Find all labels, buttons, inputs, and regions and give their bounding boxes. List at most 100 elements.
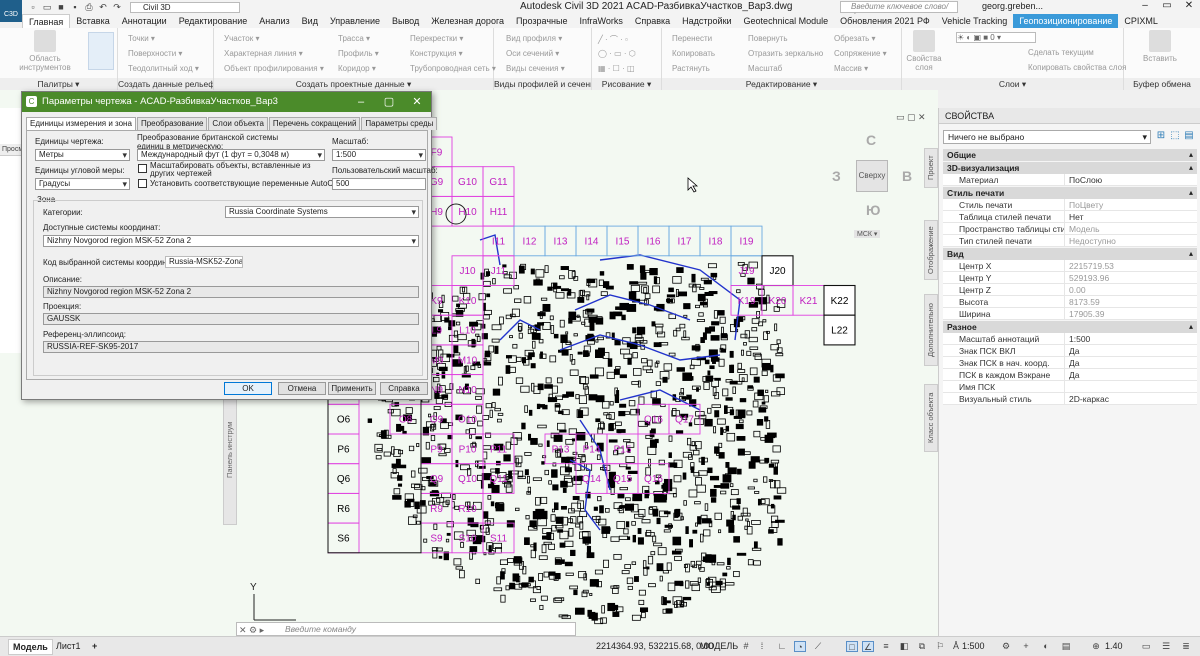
corridor-button[interactable]: Коридор ▾	[338, 64, 376, 73]
property-category[interactable]: Разное	[943, 321, 1197, 333]
ribbon-tab-9[interactable]: Прозрачные	[510, 14, 573, 28]
pickadd-icon[interactable]: ▤	[1183, 130, 1195, 142]
dialog-title-bar[interactable]: C Параметры чертежа - ACAD-РазбивкаУчаст…	[22, 92, 431, 112]
layer-properties-button[interactable]: Свойства слоя	[904, 30, 944, 74]
assembly-button[interactable]: Конструкция ▾	[410, 49, 463, 58]
tab-model[interactable]: Модель	[8, 639, 53, 655]
drawing-units-select[interactable]: Метры	[35, 149, 130, 161]
profile-view-button[interactable]: Вид профиля ▾	[506, 34, 562, 43]
wcs-menu[interactable]: МСК ▾	[854, 230, 881, 238]
annotation-visibility-icon[interactable]: ⚐	[934, 641, 946, 652]
dialog-tab-1[interactable]: Преобразование	[136, 117, 208, 130]
imperial-conversion-select[interactable]: Международный фут (1 фут = 0,3048 м)	[137, 149, 325, 161]
quick-select-icon[interactable]: ⊞	[1155, 130, 1167, 142]
apply-button[interactable]: Применить	[328, 382, 376, 395]
open-file-icon[interactable]: ▭	[42, 2, 52, 12]
maximize-icon[interactable]: ▭	[1156, 0, 1178, 11]
redo-icon[interactable]: ↷	[112, 2, 122, 12]
annotation-scale[interactable]: 1:500	[962, 641, 985, 651]
close-icon[interactable]: ✕	[403, 92, 431, 112]
minimize-icon[interactable]: –	[1134, 0, 1156, 11]
rotate-button[interactable]: Повернуть	[748, 34, 788, 43]
ribbon-label-modify[interactable]: Редактирование ▾	[662, 78, 901, 90]
line-icon[interactable]: ╱ · ⌒ · ▫	[598, 34, 628, 45]
alignment-button[interactable]: Трасса ▾	[338, 34, 370, 43]
ribbon-tab-17[interactable]: CPIXML	[1118, 14, 1164, 28]
vtab-project[interactable]: Проект	[924, 148, 938, 188]
customize-icon[interactable]: ☰	[1160, 641, 1172, 652]
viewcube-face-top[interactable]: Сверху	[856, 160, 888, 192]
minimize-icon[interactable]: –	[347, 92, 375, 112]
vtab-display[interactable]: Отображение	[924, 220, 938, 280]
snap-icon[interactable]: ⁞	[756, 641, 768, 652]
save-icon[interactable]: ■	[56, 2, 66, 12]
fillet-button[interactable]: Сопряжение ▾	[834, 49, 887, 58]
property-row[interactable]: Таблица стилей печати Нет	[943, 211, 1197, 223]
property-row[interactable]: Ширина 17905.39	[943, 308, 1197, 320]
pipe-network-button[interactable]: Трубопроводная сеть ▾	[410, 64, 496, 73]
trim-button[interactable]: Обрезать ▾	[834, 34, 876, 43]
annotation-icon[interactable]: Å	[950, 641, 962, 652]
isodraft-icon[interactable]: ⟋	[812, 641, 824, 652]
dialog-tab-4[interactable]: Параметры среды	[361, 117, 438, 130]
array-button[interactable]: Массив ▾	[834, 64, 868, 73]
stretch-button[interactable]: Растянуть	[672, 64, 710, 73]
property-row[interactable]: Визуальный стиль 2D-каркас	[943, 393, 1197, 405]
hardware-icon[interactable]: ▤	[1060, 641, 1072, 652]
search-input[interactable]: Введите ключевое слово/фразу	[840, 1, 958, 21]
ribbon-label-draw[interactable]: Рисование ▾	[592, 78, 661, 90]
viewcube-east[interactable]: В	[902, 168, 912, 184]
property-row[interactable]: Знак ПСК в нач. коорд. Да	[943, 357, 1197, 369]
grid-icon[interactable]: #	[740, 641, 752, 652]
custom-scale-input[interactable]: 500	[332, 178, 426, 190]
mirror-button[interactable]: Отразить зеркально	[748, 49, 823, 58]
transparency-icon[interactable]: ◧	[898, 641, 910, 652]
selection-cycling-icon[interactable]: ⧉	[916, 641, 928, 652]
scale-select[interactable]: 1:500	[332, 149, 426, 161]
property-row[interactable]: Имя ПСК	[943, 381, 1197, 393]
isolate-icon[interactable]: ◐	[1040, 641, 1052, 652]
ribbon-tab-2[interactable]: Аннотации	[116, 14, 173, 28]
surfaces-button[interactable]: Поверхности ▾	[128, 49, 182, 58]
property-row[interactable]: Центр Y 529193.96	[943, 272, 1197, 284]
ribbon-label-palettes[interactable]: Палитры ▾	[0, 78, 117, 90]
app-logo[interactable]: C3D	[0, 0, 22, 22]
scale-objects-checkbox[interactable]	[138, 164, 147, 173]
property-row[interactable]: Знак ПСК ВКЛ Да	[943, 345, 1197, 357]
otrack-icon[interactable]: ∠	[862, 641, 874, 652]
points-button[interactable]: Точки ▾	[128, 34, 155, 43]
traverse-button[interactable]: Теодолитный ход ▾	[128, 64, 199, 73]
property-category[interactable]: Стиль печати	[943, 187, 1197, 199]
command-line[interactable]: ✕ ⚙ ▸ Введите команду	[236, 622, 576, 636]
lineweight-icon[interactable]: ≡	[880, 641, 892, 652]
osnap-icon[interactable]: □	[846, 641, 858, 652]
workspace-select[interactable]: Civil 3D	[130, 1, 240, 13]
viewcube-west[interactable]: З	[832, 168, 841, 184]
undo-icon[interactable]: ↶	[98, 2, 108, 12]
match-layer-button[interactable]: Копировать свойства слоя	[1028, 63, 1126, 72]
ribbon-tab-15[interactable]: Vehicle Tracking	[936, 14, 1014, 28]
sample-lines-button[interactable]: Оси сечений ▾	[506, 49, 559, 58]
selected-code-field[interactable]: Russia-MSK52-Zona2	[165, 256, 243, 268]
ribbon-tab-14[interactable]: Обновления 2021 РФ	[834, 14, 936, 28]
zoom-icon[interactable]: ⊕	[1090, 641, 1102, 652]
hatch-icon[interactable]: ▦ · ☐ · ◫	[598, 64, 635, 73]
ribbon-tab-3[interactable]: Редактирование	[173, 14, 254, 28]
model-space-toggle[interactable]: МОДЕЛЬ	[700, 641, 738, 651]
command-icons[interactable]: ✕ ⚙ ▸	[239, 624, 264, 636]
menu-icon[interactable]: ≣	[1180, 641, 1192, 652]
ribbon-tab-16[interactable]: Геопозиционирование	[1013, 14, 1119, 28]
property-row[interactable]: Материал ПоСлою	[943, 174, 1197, 186]
vtab-extra[interactable]: Дополнительно	[924, 294, 938, 366]
ribbon-tab-10[interactable]: InfraWorks	[574, 14, 629, 28]
prospector-tab[interactable]: Просм	[0, 144, 23, 156]
ribbon-tab-8[interactable]: Железная дорога	[425, 14, 510, 28]
ok-button[interactable]: OK	[224, 382, 272, 395]
cancel-button[interactable]: Отмена	[278, 382, 326, 395]
clean-screen-icon[interactable]: ▭	[1140, 641, 1152, 652]
parcel-button[interactable]: Участок ▾	[224, 34, 259, 43]
prospector-panel[interactable]: Просм	[0, 108, 23, 353]
ribbon-tab-7[interactable]: Вывод	[386, 14, 425, 28]
paste-button[interactable]: Вставить	[1140, 30, 1180, 74]
angle-units-select[interactable]: Градусы	[35, 178, 130, 190]
